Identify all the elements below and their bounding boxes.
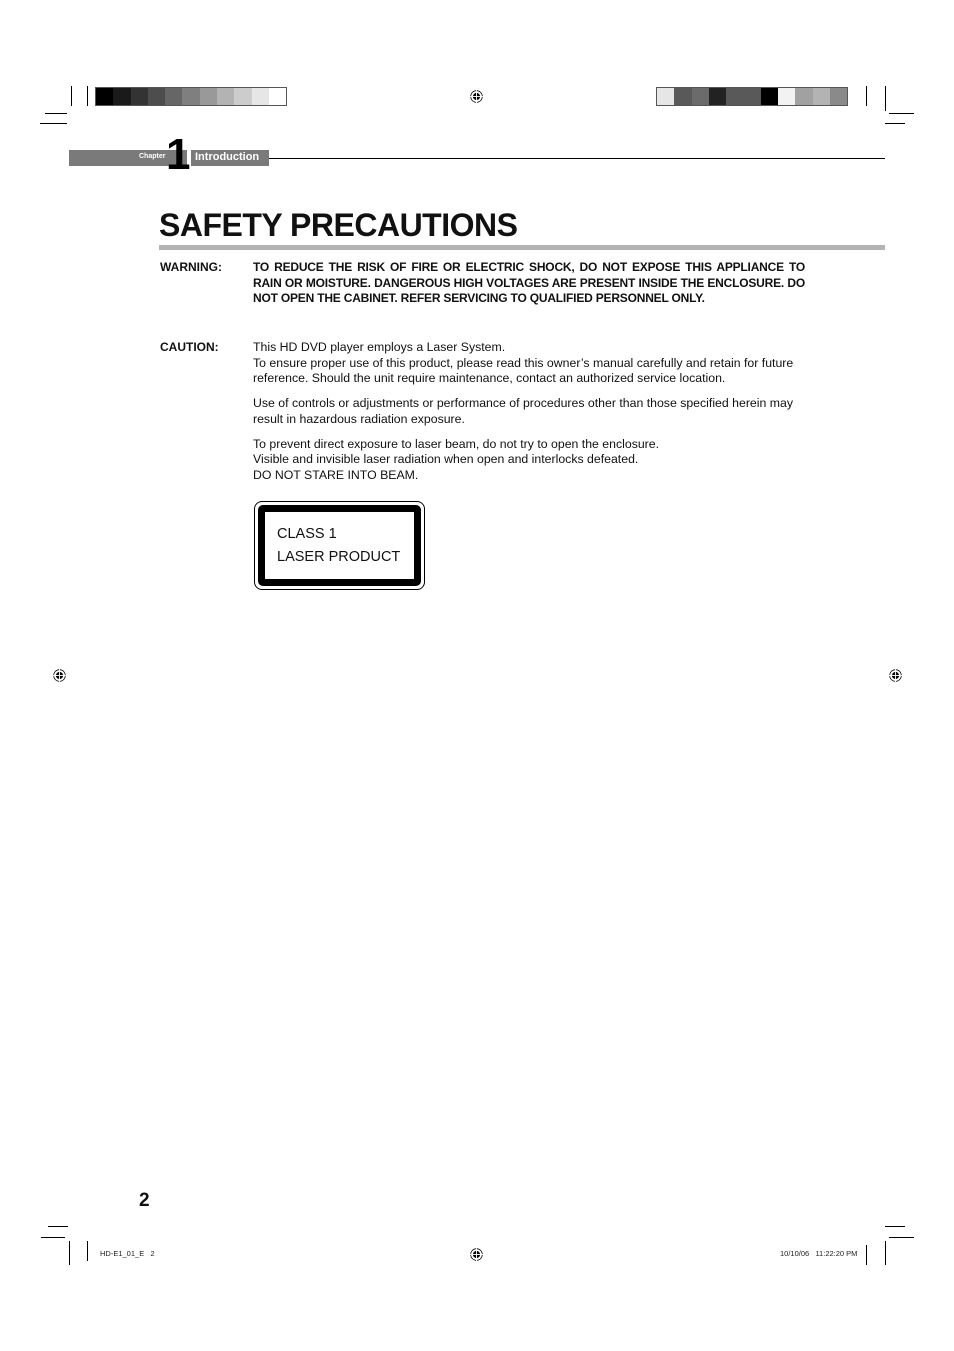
caution-line: DO NOT STARE INTO BEAM.	[253, 467, 419, 482]
color-swatch	[96, 88, 114, 105]
color-swatch	[708, 88, 727, 105]
registration-mark-icon	[470, 1248, 483, 1261]
color-swatch	[234, 88, 252, 105]
color-swatch	[130, 88, 148, 105]
laser-product-type: LASER PRODUCT	[277, 549, 401, 565]
color-swatch	[268, 88, 287, 105]
crop-mark	[889, 1237, 914, 1238]
color-swatch	[812, 88, 830, 105]
color-calibration-bar-left	[95, 87, 288, 106]
crop-mark	[889, 113, 914, 114]
color-swatch	[726, 88, 744, 105]
laser-product-label: CLASS 1 LASER PRODUCT	[254, 501, 425, 590]
crop-mark	[48, 1226, 68, 1227]
color-swatch	[199, 88, 218, 105]
caution-label: CAUTION:	[160, 340, 219, 354]
color-swatch	[113, 88, 131, 105]
crop-mark	[45, 113, 67, 114]
color-swatch	[657, 88, 675, 105]
caution-line: To prevent direct exposure to laser beam…	[253, 436, 660, 451]
color-swatch	[251, 88, 269, 105]
caution-line: To ensure proper use of this product, pl…	[253, 355, 794, 386]
caution-line: Visible and invisible laser radiation wh…	[253, 452, 639, 467]
footer-file-id: HD-E1_01_E 2	[100, 1249, 155, 1258]
page-title: SAFETY PRECAUTIONS	[159, 207, 518, 243]
chapter-label: Chapter	[139, 153, 166, 160]
color-swatch	[691, 88, 709, 105]
crop-mark	[71, 86, 72, 106]
chapter-title: Introduction	[195, 151, 260, 163]
color-swatch	[182, 88, 200, 105]
color-swatch	[743, 88, 761, 105]
crop-mark	[69, 1241, 70, 1265]
registration-mark-icon	[53, 669, 66, 682]
crop-mark	[885, 1226, 905, 1227]
crop-mark	[87, 86, 88, 106]
caution-paragraph: This HD DVD player employs a Laser Syste…	[253, 340, 813, 387]
color-swatch	[778, 88, 796, 105]
registration-mark-icon	[889, 669, 902, 682]
crop-mark	[87, 1241, 88, 1261]
warning-text: TO REDUCE THE RISK OF FIRE OR ELECTRIC S…	[253, 260, 805, 306]
color-swatch	[147, 88, 166, 105]
color-calibration-bar-right	[656, 87, 849, 106]
warning-label: WARNING:	[160, 260, 222, 274]
laser-label-text: CLASS 1 LASER PRODUCT	[277, 523, 400, 569]
crop-mark	[866, 86, 867, 106]
caution-paragraph: Use of controls or adjustments or perfor…	[253, 396, 813, 427]
title-rule	[159, 245, 885, 250]
page-number: 2	[139, 1190, 150, 1211]
caution-line: This HD DVD player employs a Laser Syste…	[253, 340, 506, 354]
laser-class: CLASS 1	[277, 526, 337, 542]
caution-paragraph: To prevent direct exposure to laser beam…	[253, 437, 813, 484]
crop-mark	[40, 123, 67, 124]
crop-mark	[885, 1241, 886, 1265]
registration-mark-icon	[470, 90, 483, 103]
color-swatch	[674, 88, 692, 105]
color-swatch	[217, 88, 235, 105]
caution-line: Use of controls or adjustments or perfor…	[253, 396, 793, 426]
color-swatch	[829, 88, 848, 105]
crop-mark	[885, 86, 886, 111]
crop-mark	[885, 123, 905, 124]
color-swatch	[795, 88, 813, 105]
color-swatch	[165, 88, 183, 105]
chapter-number: 1	[166, 130, 191, 179]
laser-label-frame: CLASS 1 LASER PRODUCT	[258, 505, 421, 586]
crop-mark	[41, 1237, 65, 1238]
crop-mark	[866, 1245, 867, 1265]
footer-timestamp: 10/10/06 11:22:20 PM	[780, 1249, 858, 1258]
color-swatch	[760, 88, 779, 105]
caution-text: This HD DVD player employs a Laser Syste…	[253, 340, 813, 493]
header-rule	[269, 158, 885, 159]
